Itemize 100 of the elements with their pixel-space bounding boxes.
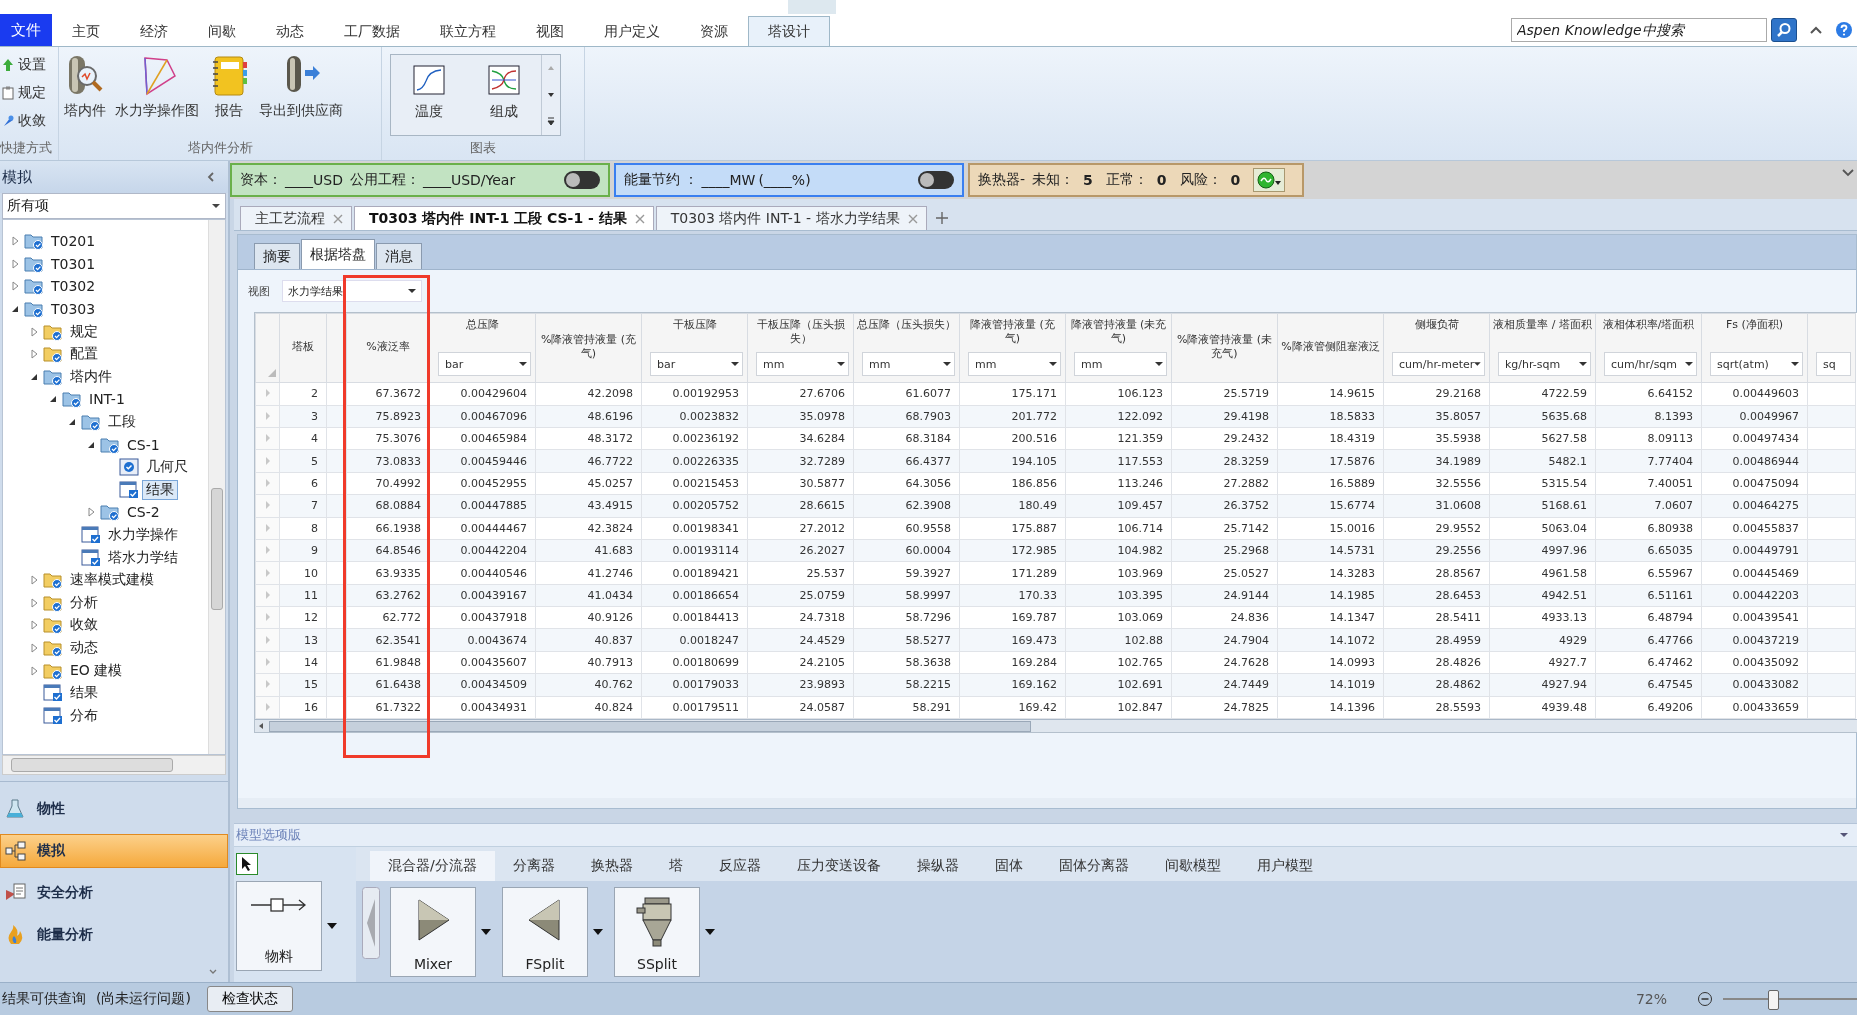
tree-item[interactable]: 塔水力学结 — [104, 547, 182, 568]
tree-item[interactable]: T0301 — [47, 254, 100, 273]
ribbon-tab[interactable]: 资源 — [680, 16, 748, 46]
tree-item[interactable]: 几何尺 — [142, 457, 192, 478]
nav-button[interactable]: 能量分析 — [0, 918, 228, 952]
document-tab[interactable]: T0303 塔内件 INT-1 工段 CS-1 - 结果 — [354, 206, 654, 231]
ribbon-tab[interactable]: 间歇 — [188, 16, 256, 46]
ribbon-tab[interactable]: 经济 — [120, 16, 188, 46]
caret-icon[interactable] — [480, 928, 492, 936]
model-block[interactable]: SSplit — [614, 887, 700, 977]
ribbon-tab[interactable]: 主页 — [52, 16, 120, 46]
unit-dropdown[interactable]: bar — [650, 352, 743, 377]
unit-dropdown[interactable]: cum/hr-meter — [1392, 352, 1485, 377]
collapse-ribbon-icon[interactable] — [1809, 24, 1823, 36]
palette-tab[interactable]: 塔 — [650, 851, 701, 881]
ribbon-button[interactable]: 塔内件 — [59, 52, 111, 122]
tree-item[interactable]: 结果 — [66, 683, 102, 704]
tree-item[interactable]: 结果 — [142, 479, 178, 500]
gallery-item[interactable]: 温度 — [391, 55, 466, 135]
collapse-panel-icon[interactable] — [206, 171, 216, 183]
close-icon[interactable] — [634, 213, 645, 224]
view-dropdown[interactable]: 水力学结果 — [282, 280, 422, 303]
form-tab[interactable]: 根据塔盘 — [301, 239, 375, 270]
corner-cell[interactable] — [255, 313, 280, 383]
tree-item[interactable]: EO 建模 — [66, 660, 127, 681]
filter-dropdown[interactable]: 所有项 — [2, 193, 226, 219]
palette-tab[interactable]: 间歇模型 — [1146, 851, 1239, 881]
palette-tab[interactable]: 反应器 — [700, 851, 779, 881]
collapse-icon[interactable] — [1839, 831, 1849, 839]
tree-item[interactable]: 动态 — [66, 638, 102, 658]
scrollbar[interactable] — [208, 220, 225, 754]
ribbon-tab[interactable]: 动态 — [256, 16, 324, 46]
tree-item[interactable]: 规定 — [66, 321, 102, 342]
scrollbar[interactable] — [255, 719, 1857, 733]
document-tab[interactable]: 主工艺流程 — [240, 206, 352, 231]
pointer-tool-icon[interactable] — [236, 853, 258, 875]
unit-dropdown[interactable]: sq — [1816, 352, 1851, 377]
model-block[interactable]: Mixer — [390, 887, 476, 977]
more-icon[interactable] — [208, 968, 218, 976]
palette-tab[interactable]: 用户模型 — [1238, 851, 1331, 881]
document-tab[interactable]: T0303 塔内件 INT-1 - 塔水力学结果 — [655, 206, 927, 231]
caret-icon[interactable] — [592, 928, 604, 936]
tree-item[interactable]: 配置 — [66, 344, 102, 365]
status-dropdown[interactable] — [1253, 167, 1286, 192]
expand-icon[interactable] — [1841, 167, 1855, 179]
nav-button[interactable]: 物性 — [0, 792, 228, 826]
form-tab[interactable]: 消息 — [376, 243, 422, 270]
palette-tab[interactable]: 固体 — [976, 851, 1041, 881]
ribbon-tab[interactable]: 工厂数据 — [324, 16, 420, 46]
tree-item[interactable]: CS-1 — [123, 435, 164, 454]
nav-button[interactable]: 安全分析 — [0, 876, 228, 910]
ribbon-button[interactable]: 设置 — [0, 52, 48, 77]
ribbon-tab[interactable]: 视图 — [516, 16, 584, 46]
tree-item[interactable]: INT-1 — [85, 390, 129, 409]
ribbon-button[interactable]: 规定 — [0, 80, 48, 105]
close-icon[interactable] — [333, 213, 343, 224]
form-tab[interactable]: 摘要 — [254, 243, 300, 270]
caret-icon[interactable] — [704, 928, 716, 936]
tree-item[interactable]: CS-2 — [123, 503, 164, 522]
tree-item[interactable]: 水力学操作 — [104, 525, 182, 545]
ribbon-tab[interactable]: 用户定义 — [584, 16, 680, 46]
tree-item[interactable]: 分析 — [66, 592, 102, 613]
ribbon-tab[interactable]: 塔设计 — [748, 16, 830, 46]
ribbon-button[interactable]: 收敛 — [0, 108, 48, 133]
unit-dropdown[interactable]: mm — [1074, 352, 1167, 377]
check-status-button[interactable]: 检查状态 — [206, 986, 293, 1012]
tree-item[interactable]: 塔内件 — [66, 366, 116, 387]
model-block[interactable]: 物料 — [236, 881, 322, 971]
file-menu[interactable]: 文件 — [0, 14, 52, 46]
tree-item[interactable]: 速率模式建模 — [66, 570, 158, 591]
unit-dropdown[interactable]: sqrt(atm) — [1710, 352, 1803, 377]
palette-tab[interactable]: 换热器 — [572, 851, 651, 881]
palette-tab[interactable]: 操纵器 — [898, 851, 977, 881]
tree-item[interactable]: 分布 — [66, 705, 102, 726]
unit-dropdown[interactable]: mm — [756, 352, 849, 377]
palette-tab[interactable]: 固体分离器 — [1040, 851, 1147, 881]
ribbon-button[interactable]: 水力学操作图 — [111, 52, 203, 122]
search-button[interactable] — [1771, 18, 1797, 42]
toggle-switch[interactable] — [564, 170, 600, 189]
ribbon-tab[interactable]: 联立方程 — [420, 16, 516, 46]
palette-tab[interactable]: 压力变送设备 — [778, 851, 899, 881]
caret-icon[interactable] — [326, 922, 338, 930]
toggle-switch[interactable] — [918, 170, 954, 189]
unit-dropdown[interactable]: bar — [438, 352, 531, 377]
unit-dropdown[interactable]: cum/hr/sqm — [1604, 352, 1697, 377]
tree-item[interactable]: T0302 — [47, 277, 100, 296]
scrollbar[interactable] — [2, 755, 226, 775]
palette-tab[interactable]: 分离器 — [494, 851, 573, 881]
tree-item[interactable]: 收敛 — [66, 615, 102, 636]
tree-item[interactable]: T0201 — [47, 232, 100, 251]
help-icon[interactable] — [1835, 21, 1853, 39]
ribbon-button[interactable]: 报告 — [203, 52, 255, 122]
model-block[interactable]: FSplit — [502, 887, 588, 977]
gallery-item[interactable]: 组成 — [466, 55, 541, 135]
zoom-slider[interactable] — [1723, 988, 1857, 1010]
zoom-out-icon[interactable] — [1697, 991, 1713, 1007]
tree-item[interactable]: T0303 — [47, 300, 100, 319]
search-field[interactable]: Aspen Knowledge中搜索 — [1511, 18, 1767, 42]
nav-button[interactable]: 模拟 — [0, 834, 228, 868]
add-tab-icon[interactable] — [934, 211, 949, 226]
